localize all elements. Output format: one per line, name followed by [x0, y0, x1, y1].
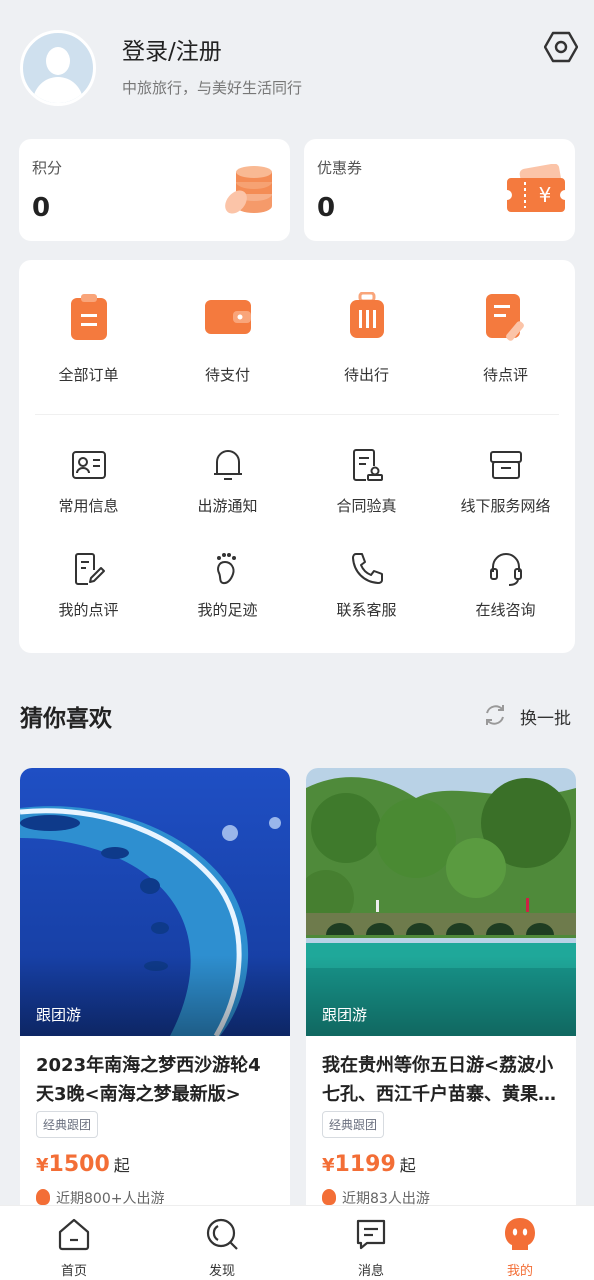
product-image-guizhou-bridge [306, 768, 576, 1036]
login-register-link[interactable]: 登录/注册 [122, 32, 222, 66]
service-my-reviews-label: 我的点评 [58, 601, 119, 619]
product-price: ¥1199 起 [322, 1152, 416, 1177]
product-badge: 经典跟团 [36, 1111, 99, 1138]
tab-home-label: 首页 [60, 1264, 87, 1279]
store-icon [489, 451, 522, 479]
product-tag: 跟团游 [322, 1006, 368, 1024]
points-value: 0 [32, 193, 51, 223]
id-card-icon [71, 451, 106, 479]
tab-home[interactable]: 首页 [0, 1216, 148, 1279]
refresh-button[interactable]: 换一批 [482, 700, 582, 730]
service-online-consult-label: 在线咨询 [475, 601, 536, 619]
service-travel-notice-label: 出游通知 [197, 497, 258, 515]
bottom-tab-bar: 首页 发现 消息 我的 [0, 1205, 594, 1280]
service-contract-verify[interactable]: 合同验真 [297, 446, 436, 516]
product-card[interactable]: 跟团游 2023年南海之梦西沙游轮4天3晚<南海之梦最新版> 经典跟团 ¥150… [20, 768, 290, 1218]
clipboard-icon [70, 294, 107, 340]
svg-text:¥: ¥ [539, 183, 552, 207]
product-price: ¥1500 起 [36, 1152, 130, 1177]
fire-icon [36, 1189, 50, 1205]
order-pending-travel[interactable]: 待出行 [297, 292, 436, 385]
suitcase-icon [349, 292, 384, 338]
service-online-consult[interactable]: 在线咨询 [436, 550, 575, 620]
recommend-title: 猜你喜欢 [20, 706, 112, 732]
tab-discover-label: 发现 [208, 1264, 235, 1279]
refresh-icon [486, 705, 504, 725]
service-travel-notice[interactable]: 出游通知 [158, 446, 297, 516]
review-pen-icon [485, 294, 524, 341]
product-card[interactable]: 跟团游 我在贵州等你五日游<荔波小七孔、西江千户苗寨、黄果… 经典跟团 ¥119… [306, 768, 576, 1218]
order-pending-travel-label: 待出行 [343, 366, 389, 384]
bell-icon [213, 450, 242, 480]
order-all[interactable]: 全部订单 [19, 292, 158, 385]
tab-mine-label: 我的 [506, 1264, 533, 1279]
service-contact-support[interactable]: 联系客服 [297, 550, 436, 620]
product-title: 2023年南海之梦西沙游轮4天3晚<南海之梦最新版> [36, 1055, 261, 1105]
coupons-label: 优惠券 [317, 159, 363, 177]
coupons-card[interactable]: 优惠券 0 ¥ [304, 139, 575, 241]
service-contact-support-label: 联系客服 [336, 601, 397, 619]
product-image-sea-atoll [20, 768, 290, 1036]
coupons-value: 0 [317, 193, 336, 223]
product-title: 我在贵州等你五日游<荔波小七孔、西江千户苗寨、黄果… [322, 1055, 556, 1105]
headset-icon [489, 553, 522, 586]
order-pending-payment-label: 待支付 [204, 366, 250, 384]
service-contract-verify-label: 合同验真 [336, 497, 397, 515]
service-my-footprints-label: 我的足迹 [197, 601, 258, 619]
service-common-info-label: 常用信息 [58, 497, 119, 515]
message-icon [356, 1219, 386, 1250]
settings-icon[interactable] [544, 30, 578, 64]
fire-icon [322, 1189, 336, 1205]
avatar[interactable] [20, 30, 96, 106]
order-pending-review-label: 待点评 [482, 366, 528, 384]
order-pending-payment[interactable]: 待支付 [158, 292, 297, 385]
service-common-info[interactable]: 常用信息 [19, 446, 158, 516]
service-my-footprints[interactable]: 我的足迹 [158, 550, 297, 620]
discover-icon [206, 1218, 238, 1250]
points-card[interactable]: 积分 0 [19, 139, 290, 241]
product-tag: 跟团游 [36, 1006, 82, 1024]
product-badge: 经典跟团 [322, 1111, 385, 1138]
service-offline-network-label: 线下服务网络 [460, 497, 551, 515]
footprint-icon [216, 553, 236, 585]
points-label: 积分 [32, 159, 63, 177]
slogan-text: 中旅旅行，与美好生活同行 [122, 79, 303, 97]
service-my-reviews[interactable]: 我的点评 [19, 550, 158, 620]
coins-icon [225, 166, 272, 214]
profile-icon [505, 1218, 535, 1250]
orders-services-panel: 全部订单 待支付 待出行 待点评 常用信息 出游通知 合同验真 线下服务网络 我… [19, 260, 575, 653]
tab-discover[interactable]: 发现 [148, 1216, 296, 1279]
divider [35, 414, 559, 415]
order-pending-review[interactable]: 待点评 [436, 292, 575, 385]
home-icon [58, 1218, 90, 1251]
profile-header: 登录/注册 中旅旅行，与美好生活同行 [0, 0, 594, 130]
order-all-label: 全部订单 [58, 366, 119, 384]
service-offline-network[interactable]: 线下服务网络 [436, 446, 575, 516]
ticket-icon: ¥ [507, 164, 565, 212]
wallet-icon [204, 300, 251, 334]
edit-doc-icon [74, 553, 105, 585]
contract-icon [352, 449, 383, 481]
phone-icon [351, 553, 383, 584]
tab-mine[interactable]: 我的 [446, 1216, 594, 1279]
tab-messages-label: 消息 [357, 1264, 384, 1279]
tab-messages[interactable]: 消息 [297, 1216, 445, 1279]
refresh-label: 换一批 [520, 709, 571, 729]
